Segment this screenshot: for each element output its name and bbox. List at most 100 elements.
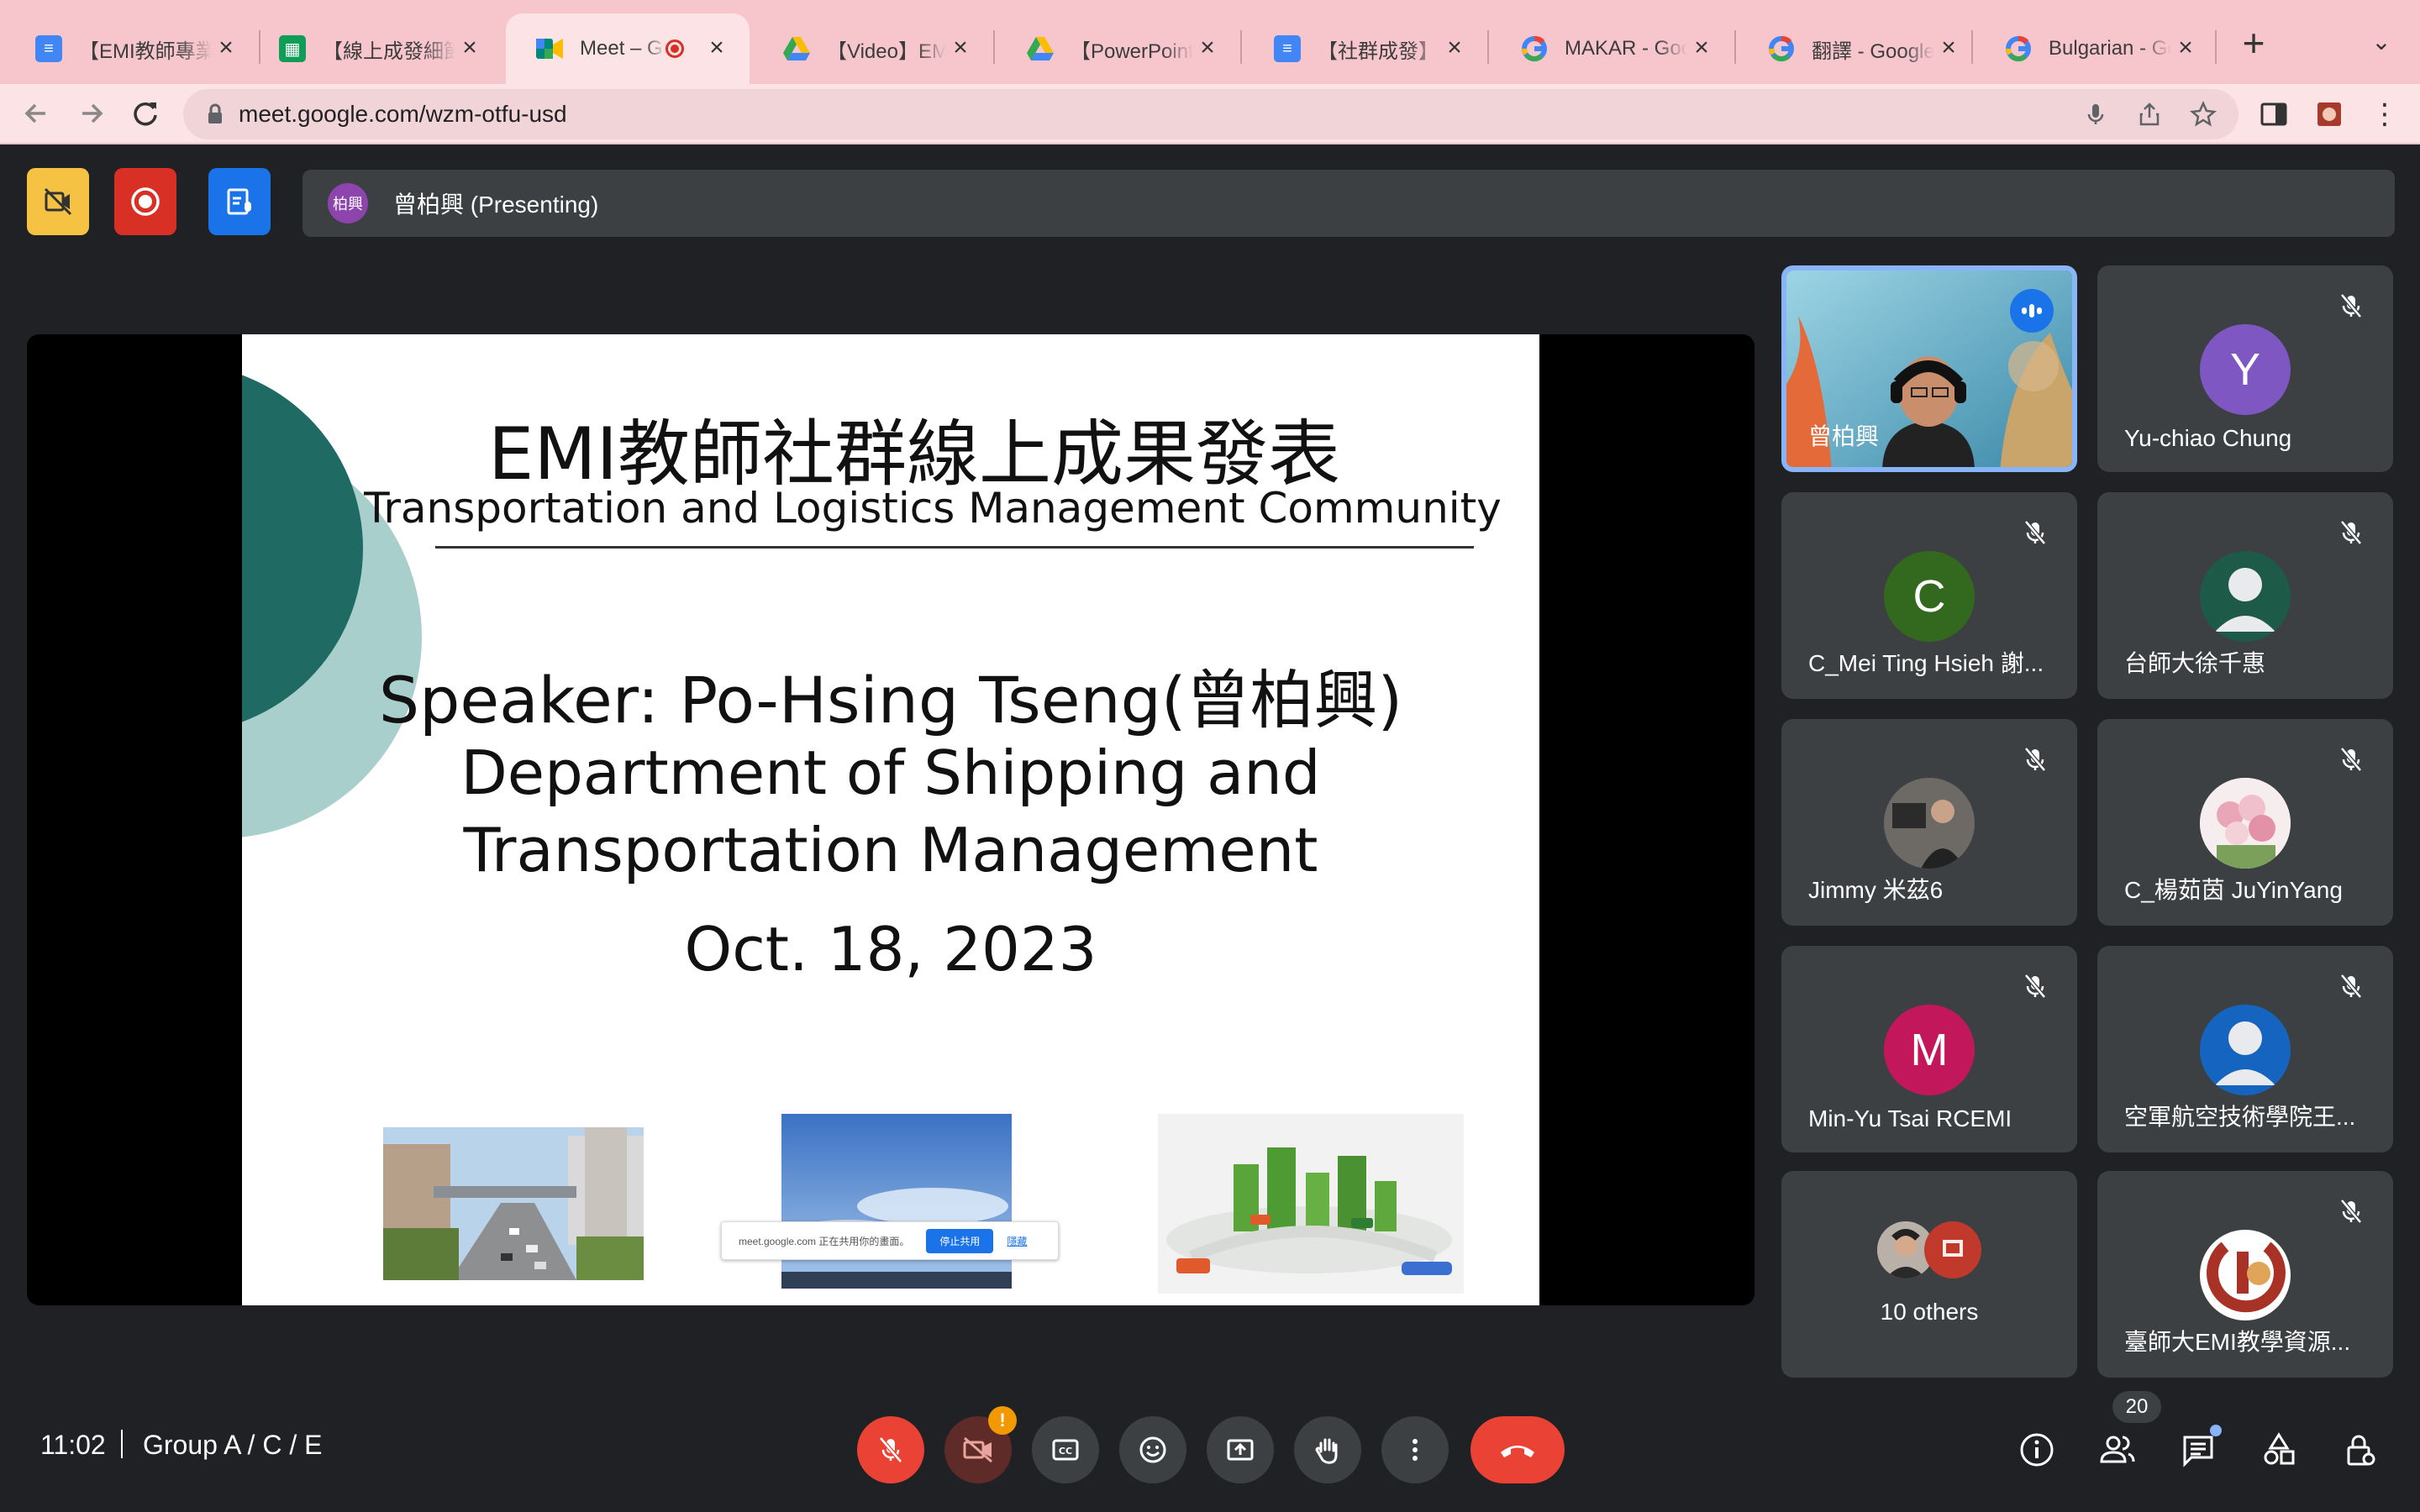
participant-tile[interactable]: M Min-Yu Tsai RCEMI [1781,946,2077,1152]
close-tab-icon[interactable]: × [1934,34,1963,63]
present-screen-button[interactable] [1207,1416,1274,1483]
participant-name: 台師大徐千惠 [2124,650,2266,676]
recording-button[interactable] [114,168,176,235]
participant-name: 曾柏興 [1808,423,1880,449]
host-controls-lock-button[interactable] [2333,1423,2386,1477]
tab-title: 【社群成發】數 [1318,39,1440,63]
close-tab-icon[interactable]: × [1193,34,1222,63]
people-icon [2100,1436,2135,1463]
people-button[interactable] [2091,1423,2144,1477]
lock-person-icon [2347,1435,2375,1466]
tab-divider [1971,30,1973,64]
mic-off-icon [2024,747,2046,772]
lock-icon[interactable] [202,101,229,128]
stop-sharing-button[interactable]: 停止共用 [926,1228,994,1253]
url-text[interactable]: meet.google.com/wzm-otfu-usd [239,101,567,128]
close-tab-icon[interactable]: × [946,34,975,63]
share-notice-text: meet.google.com 正在共用你的畫面。 [739,1235,910,1247]
google-meet-icon [536,35,563,62]
captions-button[interactable]: CC [1032,1416,1099,1483]
participant-tile[interactable]: 臺師大EMI教學資源... [2097,1171,2393,1378]
slide-department: Transportation Management [463,815,1318,885]
browser-tab[interactable]: ≡ 【EMI教師專業 × [5,13,259,84]
tab-title: 翻譯 - Google [1812,39,1934,63]
camera-off-indicator-button[interactable] [27,168,89,235]
reload-icon [134,102,157,126]
close-tab-icon[interactable]: × [702,34,731,63]
more-vert-icon [1413,1439,1418,1461]
participant-tile[interactable]: C C_Mei Ting Hsieh 謝... [1781,492,2077,699]
more-vert-icon[interactable]: ⋮ [2368,97,2402,131]
browser-tab[interactable]: ▦ 【線上成發細節 × [249,13,502,84]
participant-name: Yu-chiao Chung [2124,425,2292,451]
activities-button[interactable] [2252,1423,2306,1477]
others-count-label: 10 others [1880,1299,1979,1325]
close-tab-icon[interactable]: × [1440,34,1469,63]
participant-tile-speaking[interactable]: 曾柏興 [1781,265,2077,472]
google-sheets-icon: ▦ [279,35,306,62]
browser-tab[interactable]: MAKAR - Goo × [1491,13,1734,84]
browser-toolbar: meet.google.com/wzm-otfu-usd ⋮ [0,84,2420,144]
share-icon[interactable] [2133,97,2166,131]
speaking-indicator-icon [2010,289,2054,333]
browser-tab[interactable]: 【Video】EMI × [753,13,993,84]
participant-name: C_楊茹茵 JuYinYang [2124,877,2343,903]
leave-call-button[interactable] [1470,1416,1565,1483]
slide-department: Department of Shipping and [460,738,1321,808]
browser-tab[interactable]: Bulgarian - Go × [1975,13,2218,84]
back-button[interactable] [12,89,60,138]
mic-off-icon [2340,520,2362,545]
tab-divider [2215,30,2217,64]
participant-tile[interactable]: C_楊茹茵 JuYinYang [2097,719,2393,926]
meeting-details-button[interactable] [2010,1423,2064,1477]
new-tab-button[interactable]: + [2232,22,2275,66]
close-tab-icon[interactable]: × [1687,34,1716,63]
participant-tile[interactable]: Jimmy 米茲6 [1781,719,2077,926]
reload-button[interactable] [121,89,170,138]
chevron-down-icon[interactable]: ⌄ [2363,24,2400,60]
raise-hand-button[interactable] [1294,1416,1361,1483]
closed-captions-icon: CC [1052,1439,1079,1461]
google-docs-icon: ≡ [1274,35,1301,62]
google-icon [1521,35,1548,62]
close-tab-icon[interactable]: × [455,34,484,63]
host-controls-button[interactable] [208,168,271,235]
slide-divider [435,546,1474,549]
tab-divider [993,30,995,64]
participant-tile[interactable]: 空軍航空技術學院王... [2097,946,2393,1152]
tab-title: 【Video】EMI [827,39,946,63]
close-tab-icon[interactable]: × [212,34,240,63]
slide-date: Oct. 18, 2023 [684,914,1097,984]
info-icon [2020,1433,2054,1467]
avatar: Y [2200,324,2291,415]
tab-title: 【EMI教師專業 [79,39,212,63]
tab-title: Bulgarian - Go [2049,37,2171,60]
camera-toggle-button[interactable]: ! [944,1406,1017,1483]
side-panel-icon[interactable] [2257,97,2291,131]
emoji-reactions-button[interactable] [1119,1416,1186,1483]
chat-button[interactable] [2171,1423,2225,1477]
presentation-stage: EMI教師社群線上成果發表 Transportation and Logisti… [27,334,1754,1305]
participant-tile[interactable]: 台師大徐千惠 [2097,492,2393,699]
google-icon [1768,35,1795,62]
microphone-toggle-button[interactable] [857,1416,924,1483]
close-tab-icon[interactable]: × [2171,34,2200,63]
hide-notice-link[interactable]: 隱藏 [1007,1234,1027,1248]
others-tile[interactable]: 10 others [1781,1171,2077,1378]
tab-divider [1734,30,1736,64]
browser-tab[interactable]: 翻譯 - Google × [1738,13,1981,84]
bookmark-star-icon[interactable] [2186,97,2220,131]
more-options-button[interactable] [1381,1416,1449,1483]
default-person-avatar [2200,1005,2291,1095]
address-bar[interactable]: meet.google.com/wzm-otfu-usd [183,89,2238,139]
microphone-icon[interactable] [2079,97,2112,131]
chat-icon [2183,1436,2213,1467]
browser-tab[interactable]: ≡ 【社群成發】數 × [1244,13,1487,84]
tab-divider [1240,30,1242,64]
browser-tab-active[interactable]: Meet – Gr × [506,13,750,84]
browser-tab[interactable]: 【PowerPoint × [997,13,1240,84]
participant-tile[interactable]: Y Yu-chiao Chung [2097,265,2393,472]
extension-icon[interactable] [2312,97,2346,131]
forward-button[interactable] [67,89,116,138]
presenting-bar: 柏興 曾柏興 (Presenting) [302,170,2395,237]
